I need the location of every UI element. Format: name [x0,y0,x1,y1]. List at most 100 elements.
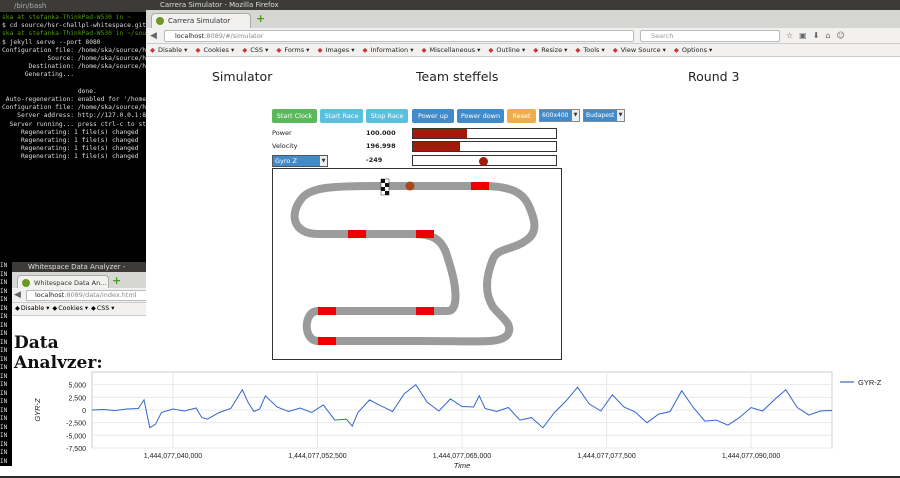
header-team: Team steffels [416,69,499,84]
stop-race-button[interactable]: Stop Race [366,109,408,123]
terminal-titlebar: /bin/bash [0,0,146,12]
power-bar-fill [413,129,468,138]
sensor-select-value: Gyro Z [275,157,297,165]
devbar-menu-cookies[interactable]: ◆Cookies ▾ [52,305,88,312]
terminal-line: Destination: /home/ska/source/h [2,63,146,71]
chevron-down-icon: ▼ [572,110,579,121]
velocity-label: Velocity [272,142,298,150]
log-line: IN [0,457,8,465]
devbar-menu-label: Information ▾ [370,46,414,54]
devbar-menu-css[interactable]: ◆CSS ▾ [242,46,270,54]
devbar-menu-outline[interactable]: ◆ Outline ▾ [488,46,527,54]
size-select[interactable]: 600x400 ▼ [539,109,580,122]
power-up-button[interactable]: Power up [412,109,454,123]
log-line: IN [0,449,8,456]
start-race-button[interactable]: Start Race [320,109,363,123]
log-line: IN [0,262,8,269]
x-tick-label: 1,444,077,077,500 [577,453,635,460]
devbar-menu-label: CSS ▾ [250,46,269,54]
track-sensor-2 [348,230,366,238]
track-sensor-1 [471,182,489,190]
y-axis-label: GYR-Z [33,398,42,422]
analyzer-url-bar[interactable]: localhost:8089/data/index.html [26,290,146,301]
back-icon[interactable]: ◀ [14,290,21,300]
legend-label: GYR-Z [858,378,882,387]
toolbar-icons[interactable]: ☆▣⬇⌂☺ [786,31,851,40]
devbar-menu-label: Resize ▾ [541,46,568,54]
power-label: Power [272,129,292,137]
sensor-select[interactable]: Gyro Z ▼ [272,155,328,167]
track-select[interactable]: Budapest ▼ [583,109,625,122]
devbar-menu-icon: ◆ [575,46,581,54]
track-sensor-3 [416,230,434,238]
devbar-menu-label: Options ▾ [681,46,713,54]
devbar-menu-css[interactable]: ◆CSS ▾ [91,305,114,312]
devbar-menu-icon: ◆ [317,46,323,54]
chevron-down-icon: ▼ [617,110,624,121]
devbar-menu-view-source[interactable]: ◆ View Source ▾ [613,46,668,54]
log-line: IN [0,270,8,278]
log-line: IN [0,355,8,363]
devbar-menu-label: Forms ▾ [284,46,310,54]
url-bar[interactable]: localhost:8089/#/simulator [164,30,634,42]
devbar-menu-tools[interactable]: ◆ Tools ▾ [575,46,606,54]
x-tick-label: 1,444,077,040,000 [144,453,202,460]
devbar-menu-resize[interactable]: ◆ Resize ▾ [533,46,569,54]
terminal-line: $ jekyll serve --port 8080 [2,38,101,46]
log-margin: IN IN IN IN IN IN IN IN IN IN IN IN IN IN IN IN IN IN IN IN… [0,262,12,466]
devbar-menu-forms[interactable]: ◆ Forms ▾ [276,46,311,54]
terminal-line: Regenerating: 1 file(s) changed [2,145,139,153]
devbar-menu-icon: ◆ [488,46,494,54]
log-line: IN [0,398,8,405]
new-tab-button[interactable]: + [256,13,266,24]
gyro-chart: 5,000 2,500 0 -2,500 -5,000 -7,500 1,444,077,0… [14,368,900,476]
devbar-menu-icon: ◆ [195,46,201,54]
devbar-menu-icon: ◆ [242,46,248,54]
log-line: IN [0,347,8,354]
y-tick-label: -5,000 [66,433,86,440]
window-title: Carrera Simulator - Mozilla Firefox [146,0,900,10]
terminal-output[interactable]: ska at stefanka-ThinkPad-W530 in ~ $ cd s… [0,12,146,262]
terminal-line: ska at stefanka-ThinkPad-W530 in ~/sou [2,30,146,38]
devbar-menu-cookies[interactable]: ◆Cookies ▾ [195,46,236,54]
devbar-menu-disable[interactable]: ◆Disable ▾ [15,305,49,312]
search-input[interactable]: Search [640,30,780,42]
log-line: IN [0,279,8,286]
log-line: IN [0,330,8,337]
x-tick-label: 1,444,077,052,500 [288,453,346,460]
devbar-menu-disable[interactable]: ◆Disable ▾ [150,46,189,54]
log-line: IN [0,406,8,414]
reset-button[interactable]: Reset [507,109,536,123]
start-clock-button[interactable]: Start Clock [272,109,317,123]
finish-line-icon [380,178,390,196]
devbar-menu-icon: ◆ [421,46,427,54]
race-track-canvas[interactable] [272,168,562,360]
analyzer-window-title: Whitespace Data Analyzer - Mozilla Firef… [12,262,146,281]
nav-bar: ◀ localhost:8089/#/simulator Search ☆▣⬇⌂… [146,28,900,44]
terminal-window: /bin/bash ska at stefanka-ThinkPad-W530 … [0,0,146,262]
track-sensor-4 [318,307,336,315]
terminal-line: Server running... press ctrl-c to st [2,120,146,128]
devbar-menu-icon: ◆ [52,305,58,312]
terminal-line: Auto-regeneration: enabled for '/home [2,96,146,104]
devbar-menu-options[interactable]: ◆ Options ▾ [674,46,714,54]
log-line: IN [0,381,8,388]
terminal-line: Server address: http://127.0.0.1:8 [2,112,146,120]
simulator-page: Simulator Team steffels Round 3 Start Cl… [146,57,900,370]
devbar-menu-information[interactable]: ◆ Information ▾ [363,46,416,54]
new-tab-button[interactable]: + [112,275,122,286]
tab-carrera-simulator[interactable]: Carrera Simulator [151,13,251,28]
y-tick-label: 2,500 [68,395,86,402]
devbar-menu-images[interactable]: ◆ Images ▾ [317,46,356,54]
velocity-bar [412,141,557,152]
back-icon[interactable]: ◀ [150,31,157,41]
devbar-menu-icon: ◆ [276,46,282,54]
devbar-menu-label: Disable ▾ [20,305,50,312]
log-line: IN [0,287,8,295]
power-down-button[interactable]: Power down [457,109,504,123]
devbar-menu-miscellaneous[interactable]: ◆ Miscellaneous ▾ [422,46,483,54]
log-line: IN [0,364,8,371]
x-tick-label: 1,444,077,090,000 [722,453,780,460]
log-line: IN [0,440,8,448]
